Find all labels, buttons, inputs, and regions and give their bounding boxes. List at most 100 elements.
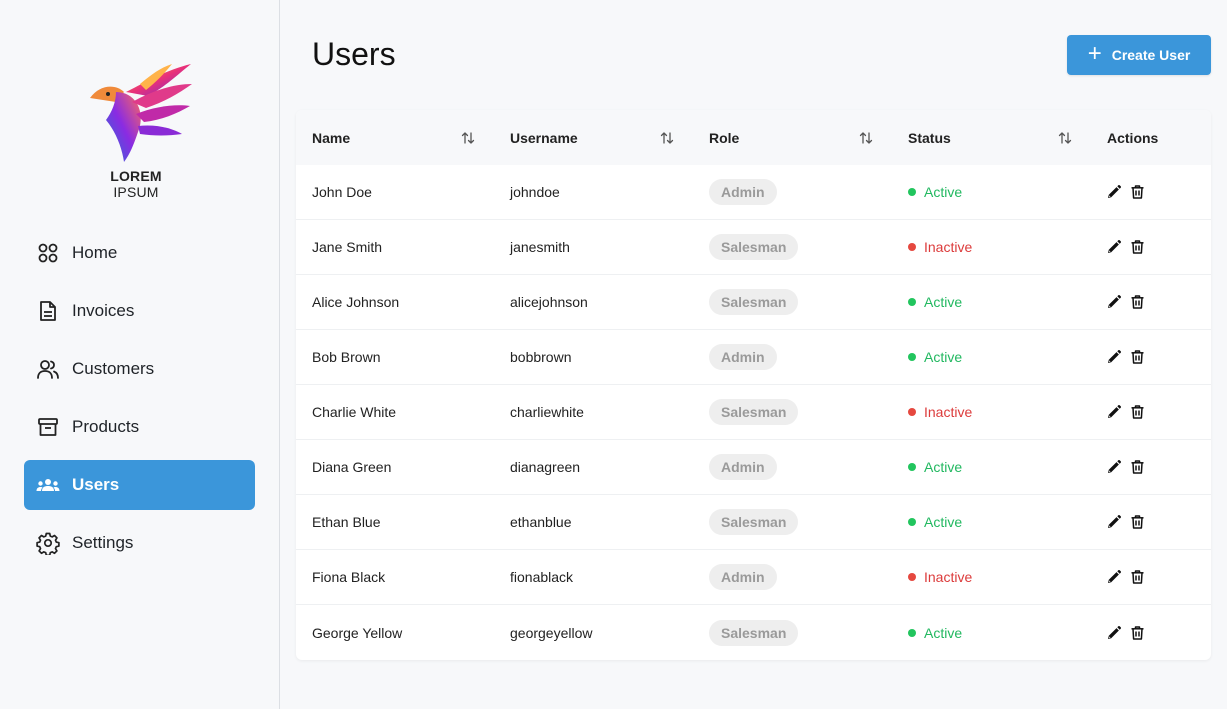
cell-username: ethanblue [494, 495, 693, 549]
cell-actions [1091, 495, 1211, 549]
cell-status: Inactive [892, 220, 1091, 274]
sort-icon[interactable] [858, 129, 876, 147]
brand-name-bold: LOREM [110, 168, 162, 184]
delete-trash-icon[interactable] [1131, 240, 1145, 254]
sidebar-item-invoices[interactable]: Invoices [24, 286, 255, 336]
cell-role: Admin [693, 165, 892, 219]
users-table: Name Username Role Status Actions John D… [296, 110, 1211, 660]
sidebar: LOREM IPSUM Home Invoices Customers Prod… [0, 0, 280, 709]
table-row: Ethan Blue ethanblue Salesman Active [296, 495, 1211, 550]
sort-icon[interactable] [659, 129, 677, 147]
edit-pencil-icon[interactable] [1107, 460, 1121, 474]
status-text: Inactive [924, 239, 973, 255]
cell-name: Fiona Black [296, 550, 494, 604]
cell-actions [1091, 165, 1211, 219]
customers-icon [36, 357, 60, 381]
table-row: John Doe johndoe Admin Active [296, 165, 1211, 220]
user-username: janesmith [510, 239, 570, 255]
column-header-name[interactable]: Name [296, 110, 494, 165]
cell-status: Inactive [892, 385, 1091, 439]
cell-actions [1091, 605, 1211, 660]
sidebar-item-label: Settings [72, 533, 134, 552]
delete-trash-icon[interactable] [1131, 405, 1145, 419]
edit-pencil-icon[interactable] [1107, 350, 1121, 364]
delete-trash-icon[interactable] [1131, 350, 1145, 364]
status-text: Active [924, 184, 963, 200]
app-root: LOREM IPSUM Home Invoices Customers Prod… [0, 0, 1227, 709]
column-header-status[interactable]: Status [892, 110, 1091, 165]
user-name: Fiona Black [312, 569, 386, 585]
plus-icon: + [1087, 40, 1102, 67]
status-indicator: Active [908, 184, 962, 200]
create-user-button[interactable]: + Create User [1067, 35, 1211, 75]
cell-status: Active [892, 165, 1091, 219]
cell-status: Active [892, 330, 1091, 384]
sidebar-item-label: Users [72, 475, 120, 494]
row-actions [1107, 625, 1145, 640]
cell-role: Admin [693, 440, 892, 494]
sidebar-item-settings[interactable]: Settings [24, 518, 255, 568]
create-user-label: Create User [1111, 47, 1191, 63]
sidebar-item-customers[interactable]: Customers [24, 344, 255, 394]
row-actions [1107, 295, 1145, 309]
edit-pencil-icon[interactable] [1107, 185, 1121, 199]
sidebar-item-label: Home [72, 243, 118, 262]
edit-pencil-icon[interactable] [1107, 240, 1121, 254]
delete-trash-icon[interactable] [1131, 185, 1145, 199]
delete-trash-icon[interactable] [1131, 625, 1145, 640]
row-actions [1107, 240, 1145, 254]
status-indicator: Active [908, 625, 962, 641]
status-text: Active [924, 459, 963, 475]
cell-username: bobbrown [494, 330, 693, 384]
role-badge: Salesman [709, 289, 799, 315]
edit-pencil-icon[interactable] [1107, 295, 1121, 309]
column-header-role[interactable]: Role [693, 110, 892, 165]
delete-trash-icon[interactable] [1131, 515, 1145, 529]
cell-name: John Doe [296, 165, 494, 219]
role-badge: Salesman [709, 234, 799, 260]
table-body: John Doe johndoe Admin Active Jane Smith… [296, 165, 1211, 660]
user-name: George Yellow [312, 624, 403, 641]
cell-actions [1091, 385, 1211, 439]
table-row: Fiona Black fionablack Admin Inactive [296, 550, 1211, 605]
user-username: bobbrown [510, 349, 572, 365]
column-label: Role [709, 129, 740, 146]
column-label: Status [908, 129, 951, 146]
brand-name-light: IPSUM [113, 184, 159, 200]
sort-icon[interactable] [1057, 129, 1075, 147]
user-name: Charlie White [312, 404, 397, 420]
user-name: Diana Green [312, 459, 392, 475]
sidebar-item-users[interactable]: Users [24, 460, 255, 510]
role-badge: Admin [709, 179, 777, 205]
sidebar-item-products[interactable]: Products [24, 402, 255, 452]
status-dot-icon [908, 353, 916, 361]
edit-pencil-icon[interactable] [1107, 625, 1121, 640]
status-indicator: Inactive [908, 239, 972, 255]
sidebar-item-label: Customers [72, 359, 155, 378]
cell-name: Jane Smith [296, 220, 494, 274]
status-dot-icon [908, 408, 916, 416]
cell-role: Salesman [693, 275, 892, 329]
sidebar-item-home[interactable]: Home [24, 228, 255, 278]
cell-role: Salesman [693, 605, 892, 660]
delete-trash-icon[interactable] [1131, 570, 1145, 584]
table-row: Jane Smith janesmith Salesman Inactive [296, 220, 1211, 275]
status-dot-icon [908, 463, 916, 471]
delete-trash-icon[interactable] [1131, 295, 1145, 309]
role-badge: Admin [709, 344, 777, 370]
archive-icon [36, 415, 60, 439]
edit-pencil-icon[interactable] [1107, 405, 1121, 419]
edit-pencil-icon[interactable] [1107, 515, 1121, 529]
delete-trash-icon[interactable] [1131, 460, 1145, 474]
document-icon [36, 299, 60, 323]
column-label: Actions [1107, 129, 1159, 146]
edit-pencil-icon[interactable] [1107, 570, 1121, 584]
brand-logo: LOREM IPSUM [86, 62, 196, 200]
cell-username: charliewhite [494, 385, 693, 439]
sort-icon[interactable] [460, 129, 478, 147]
cell-username: janesmith [494, 220, 693, 274]
cell-actions [1091, 275, 1211, 329]
status-text: Inactive [924, 404, 973, 420]
status-dot-icon [908, 518, 916, 526]
column-header-username[interactable]: Username [494, 110, 693, 165]
